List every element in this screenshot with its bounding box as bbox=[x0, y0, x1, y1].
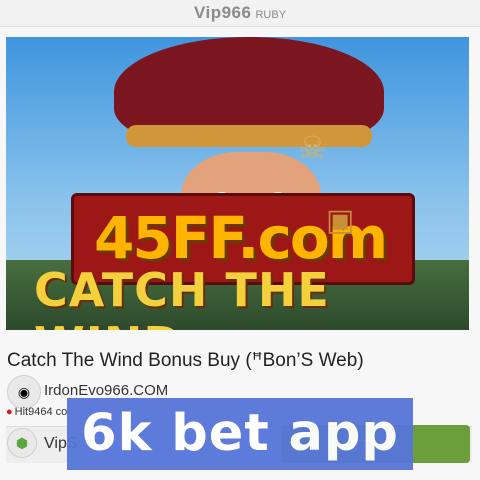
treasure-chest-icon: ▣ bbox=[326, 204, 355, 237]
promo-overlay[interactable]: 6k bet app bbox=[67, 398, 413, 470]
app-icon: ⬢ bbox=[7, 428, 37, 458]
site-title: Vip966 bbox=[193, 3, 252, 22]
site-subtitle: RUBY bbox=[255, 9, 287, 21]
site-header: Vip966 RUBY bbox=[0, 0, 480, 27]
game-banner[interactable]: ☠ 45FF.com ▣ CATCH THE WIND bbox=[6, 37, 469, 330]
game-title: Catch The Wind Bonus Buy (ꟸBon’S Web) bbox=[7, 350, 364, 371]
skull-icon: ☠ bbox=[298, 130, 327, 166]
banner-tagline: CATCH THE WIND bbox=[34, 263, 330, 330]
provider-icon: ◉ bbox=[7, 375, 41, 409]
hat-band bbox=[126, 125, 372, 147]
provider-name[interactable]: IrdonEvo966.COM bbox=[44, 382, 168, 399]
tag-line: ● Hit9464 co bbox=[6, 406, 67, 418]
red-dot-icon: ● bbox=[6, 406, 13, 418]
tag-text: Hit9464 co bbox=[14, 406, 68, 418]
